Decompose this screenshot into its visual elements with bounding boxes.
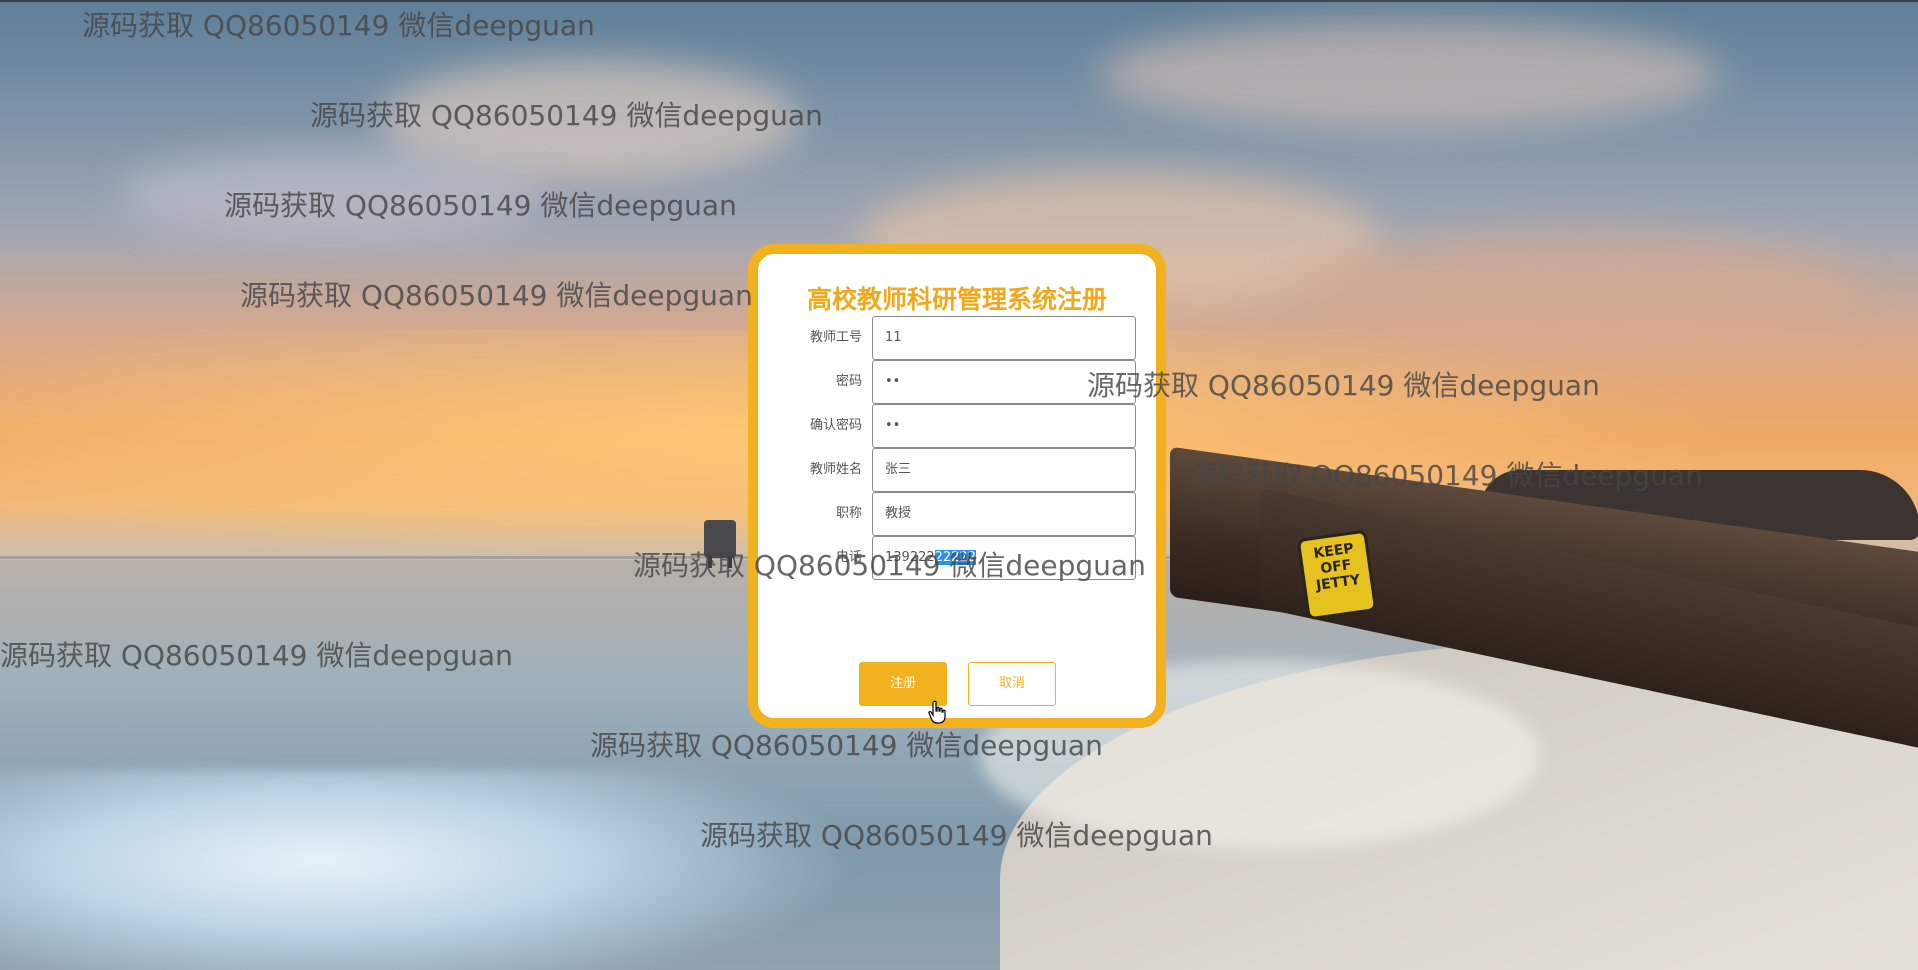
confirm-password-input[interactable]: •• (872, 404, 1136, 448)
top-border (0, 0, 1918, 2)
distant-post (704, 520, 736, 558)
post-leg (708, 556, 712, 568)
register-card: 高校教师科研管理系统注册 教师工号 11 密码 •• 确认密码 •• 教师姓名 … (748, 244, 1166, 728)
password-label: 密码 (835, 374, 862, 389)
job-title-input[interactable]: 教授 (872, 492, 1136, 536)
watermark: 源码获取 QQ86050149 微信deepguan (240, 279, 753, 312)
phone-label: 电话 (835, 550, 862, 565)
phone-input[interactable]: 13922222222 (872, 536, 1136, 580)
page-title: 高校教师科研管理系统注册 (806, 285, 1107, 314)
hand-cursor-icon (928, 700, 946, 724)
teacher-id-label: 教师工号 (809, 330, 862, 345)
post-leg (728, 556, 732, 568)
form-row-teacher-name: 教师姓名 张三 (758, 448, 1156, 492)
sign-text: KEEP OFF JETTY (1312, 540, 1362, 594)
teacher-id-input[interactable]: 11 (872, 316, 1136, 360)
keep-off-jetty-sign: KEEP OFF JETTY (1296, 529, 1378, 621)
teacher-name-input[interactable]: 张三 (872, 448, 1136, 492)
form-row-phone: 电话 13922222222 (758, 536, 1156, 580)
form-row-title: 职称 教授 (758, 492, 1156, 536)
form-row-confirm-password: 确认密码 •• (758, 404, 1156, 448)
form-row-password: 密码 •• (758, 360, 1156, 404)
confirm-password-label: 确认密码 (809, 418, 862, 433)
cancel-button[interactable]: 取消 (968, 662, 1056, 706)
form-row-teacher-id: 教师工号 11 (758, 316, 1156, 360)
background-scene: KEEP OFF JETTY 高校教师科研管理系统注册 教师工号 11 密码 •… (0, 0, 1918, 970)
watermark: 源码获取 QQ86050149 微信deepguan (82, 9, 595, 42)
job-title-label: 职称 (835, 506, 862, 521)
wave (0, 770, 860, 970)
password-input[interactable]: •• (872, 360, 1136, 404)
phone-value-text: 139222 (885, 550, 935, 565)
cloud (1100, 20, 1720, 130)
phone-selected-text: 22222 (934, 550, 976, 565)
cloud (120, 150, 540, 240)
teacher-name-label: 教师姓名 (809, 462, 862, 477)
